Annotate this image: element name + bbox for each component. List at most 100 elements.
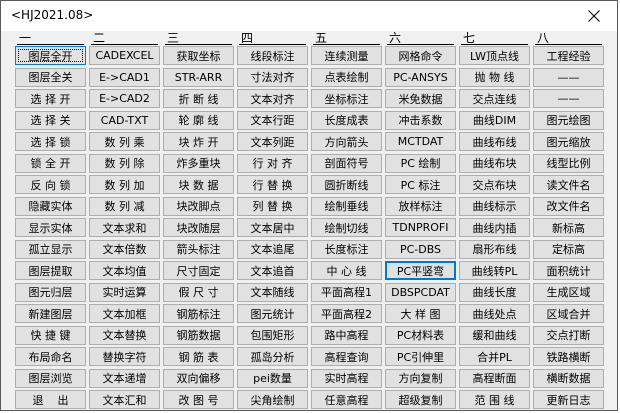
command-button[interactable]: 文本对齐 — [237, 89, 308, 108]
command-button[interactable]: 绘制切线 — [311, 218, 382, 237]
command-button[interactable]: 行 替 换 — [237, 175, 308, 194]
command-button[interactable]: 文本加框 — [89, 304, 160, 323]
command-button[interactable]: 图元绘图 — [533, 110, 604, 130]
command-button[interactable]: 箭头标注 — [163, 239, 234, 259]
command-button[interactable]: 交点布块 — [459, 175, 530, 194]
command-button[interactable]: 网格命令 — [385, 46, 456, 65]
command-button[interactable]: 平面高程1 — [311, 282, 382, 302]
command-button[interactable]: 图元缩放 — [533, 132, 604, 151]
command-button[interactable]: 任意高程 — [311, 390, 382, 409]
command-button[interactable]: 轮 廓 线 — [163, 110, 234, 130]
command-button[interactable]: 改文件名 — [533, 196, 604, 216]
command-button[interactable]: 显示实体 — [15, 218, 86, 237]
command-button[interactable]: 布局命名 — [15, 347, 86, 366]
command-button[interactable]: 图元统计 — [237, 304, 308, 323]
command-button[interactable]: MCTDAT — [385, 132, 456, 151]
command-button[interactable]: 文本替换 — [89, 325, 160, 345]
command-button[interactable]: 炸多重块 — [163, 153, 234, 173]
command-button[interactable]: pei数量 — [237, 368, 308, 388]
command-button[interactable]: 块改随层 — [163, 218, 234, 237]
command-button[interactable]: 平面高程2 — [311, 304, 382, 323]
command-button[interactable]: 文本倍数 — [89, 239, 160, 259]
command-button[interactable]: PC引伸里 — [385, 347, 456, 366]
command-button[interactable]: 工程经验 — [533, 46, 604, 65]
command-button[interactable]: 文本求和 — [89, 218, 160, 237]
command-button[interactable]: 选 择 锁 — [15, 132, 86, 151]
command-button[interactable]: 图层全关 — [15, 67, 86, 87]
command-button[interactable]: E->CAD2 — [89, 89, 160, 108]
command-button[interactable]: PC-ANSYS — [385, 67, 456, 87]
command-button[interactable]: 冲击系数 — [385, 110, 456, 130]
command-button[interactable]: 实时运算 — [89, 282, 160, 302]
command-button[interactable]: 孤立显示 — [15, 239, 86, 259]
command-button[interactable]: —— — [533, 67, 604, 87]
command-button[interactable]: 坐标标注 — [311, 89, 382, 108]
command-button[interactable]: 新建图层 — [15, 304, 86, 323]
command-button[interactable]: 图层全开 — [15, 46, 86, 65]
command-button[interactable]: 高程查询 — [311, 347, 382, 366]
command-button[interactable]: 双向偏移 — [163, 368, 234, 388]
command-button[interactable]: CAD-TXT — [89, 110, 160, 130]
command-button[interactable]: LW顶点线 — [459, 46, 530, 65]
command-button[interactable]: 折 断 线 — [163, 89, 234, 108]
command-button[interactable]: 长度成表 — [311, 110, 382, 130]
command-button[interactable]: 替换字符 — [89, 347, 160, 366]
command-button[interactable]: CADEXCEL — [89, 46, 160, 65]
command-button[interactable]: 方向复制 — [385, 368, 456, 388]
command-button[interactable]: TDNPROFI — [385, 218, 456, 237]
command-button[interactable]: 更新日志 — [533, 390, 604, 409]
command-button[interactable]: 尺寸固定 — [163, 261, 234, 280]
command-button[interactable]: 钢筋标注 — [163, 304, 234, 323]
command-button[interactable]: 文本均值 — [89, 261, 160, 280]
command-button[interactable]: 数 列 除 — [89, 153, 160, 173]
command-button[interactable]: 范 围 线 — [459, 390, 530, 409]
command-button[interactable]: 实时高程 — [311, 368, 382, 388]
command-button[interactable]: 线型比例 — [533, 153, 604, 173]
command-button[interactable]: 区域合并 — [533, 304, 604, 323]
command-button[interactable]: 曲线DIM — [459, 110, 530, 130]
command-button[interactable]: 孤岛分析 — [237, 347, 308, 366]
command-button[interactable]: 连续测量 — [311, 46, 382, 65]
command-button[interactable]: 改 图 号 — [163, 390, 234, 409]
command-button[interactable]: 铁路横断 — [533, 347, 604, 366]
command-button[interactable]: 曲线内插 — [459, 218, 530, 237]
command-button[interactable]: PC 标注 — [385, 175, 456, 194]
command-button[interactable]: 曲线长度 — [459, 282, 530, 302]
command-button[interactable]: PC平竖弯 — [385, 261, 456, 280]
command-button[interactable]: 方向箭头 — [311, 132, 382, 151]
command-button[interactable]: 面积统计 — [533, 261, 604, 280]
command-button[interactable]: 包围矩形 — [237, 325, 308, 345]
command-button[interactable]: 寸法对齐 — [237, 67, 308, 87]
command-button[interactable]: 读文件名 — [533, 175, 604, 194]
command-button[interactable]: 数 列 减 — [89, 196, 160, 216]
command-button[interactable]: E->CAD1 — [89, 67, 160, 87]
command-button[interactable]: 新标高 — [533, 218, 604, 237]
command-button[interactable]: 曲线布线 — [459, 132, 530, 151]
command-button[interactable]: 块改脚点 — [163, 196, 234, 216]
command-button[interactable]: 剖面符号 — [311, 153, 382, 173]
command-button[interactable]: 块 数 据 — [163, 175, 234, 194]
command-button[interactable]: 高程断面 — [459, 368, 530, 388]
command-button[interactable]: 钢筋数据 — [163, 325, 234, 345]
command-button[interactable]: 路中高程 — [311, 325, 382, 345]
command-button[interactable]: 放样标注 — [385, 196, 456, 216]
command-button[interactable]: 假 尺 寸 — [163, 282, 234, 302]
command-button[interactable]: 退 出 — [15, 390, 86, 409]
command-button[interactable]: 钢 筋 表 — [163, 347, 234, 366]
command-button[interactable]: 图层浏览 — [15, 368, 86, 388]
command-button[interactable]: PC材料表 — [385, 325, 456, 345]
command-button[interactable]: 曲线转PL — [459, 261, 530, 280]
command-button[interactable]: 长度标注 — [311, 239, 382, 259]
command-button[interactable]: 圆折断线 — [311, 175, 382, 194]
command-button[interactable]: 曲线布块 — [459, 153, 530, 173]
command-button[interactable]: 米免数据 — [385, 89, 456, 108]
command-button[interactable]: 线段标注 — [237, 46, 308, 65]
command-button[interactable]: 合并PL — [459, 347, 530, 366]
command-button[interactable]: 图元归层 — [15, 282, 86, 302]
command-button[interactable]: 反 向 锁 — [15, 175, 86, 194]
command-button[interactable]: 文本居中 — [237, 218, 308, 237]
command-button[interactable]: 大 样 图 — [385, 304, 456, 323]
command-button[interactable]: 文本汇和 — [89, 390, 160, 409]
command-button[interactable]: 抛 物 线 — [459, 67, 530, 87]
command-button[interactable]: 尖角绘制 — [237, 390, 308, 409]
